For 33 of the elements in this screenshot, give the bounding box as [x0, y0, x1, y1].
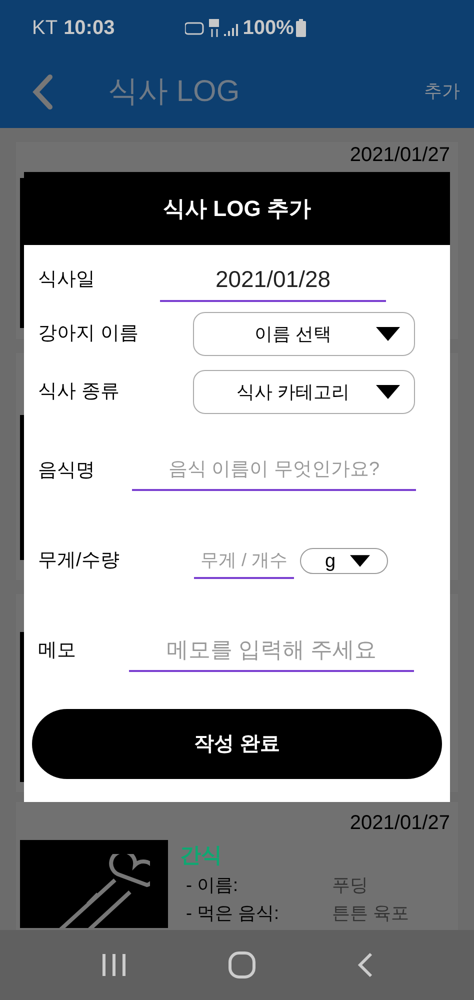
caret-icon [350, 555, 370, 567]
category-text: 간식 [180, 842, 223, 869]
back-icon[interactable] [357, 952, 374, 978]
dialog-title: 식사 LOG 추가 [163, 195, 311, 223]
memo-field[interactable]: 메모를 입력해 주세요 [129, 630, 414, 672]
date-field[interactable]: 2021/01/28 [160, 258, 386, 302]
row-value: 튼튼 육포 [332, 902, 410, 926]
caret-icon [376, 385, 400, 399]
card-date: 2021/01/27 [350, 144, 450, 166]
row-value: 푸딩 [332, 874, 368, 898]
carrier-text: KT [32, 16, 58, 40]
field-label: 메모 [38, 638, 77, 663]
battery-text: 100% [242, 16, 294, 40]
field-label: 무게/수량 [38, 548, 120, 573]
caret-icon [376, 327, 400, 341]
dropdown[interactable]: 이름 선택 [193, 312, 415, 356]
unit-dropdown[interactable]: g [300, 548, 388, 574]
field-label: 식사일 [38, 268, 96, 292]
dropdown[interactable]: 식사 카테고리 [193, 370, 415, 414]
quantity-field[interactable]: 무게 / 개수 [194, 543, 294, 579]
app-title: 식사 LOG [108, 74, 241, 110]
field-label: 식사 종류 [38, 380, 120, 404]
field-label: 음식명 [38, 458, 96, 483]
row-label: - 이름: [185, 874, 239, 898]
card-date: 2021/01/27 [350, 810, 450, 836]
recent-apps-icon[interactable] [100, 952, 127, 978]
clock-text: 10:03 [64, 16, 115, 40]
submit-button[interactable]: 작성 완료 [32, 709, 442, 779]
home-icon[interactable] [228, 951, 256, 979]
battery-icon [296, 18, 306, 36]
field-label: 강아지 이름 [38, 322, 140, 346]
row-label: - 먹은 음식: [185, 902, 280, 926]
text-field[interactable]: 음식 이름이 무엇인가요? [132, 451, 416, 491]
